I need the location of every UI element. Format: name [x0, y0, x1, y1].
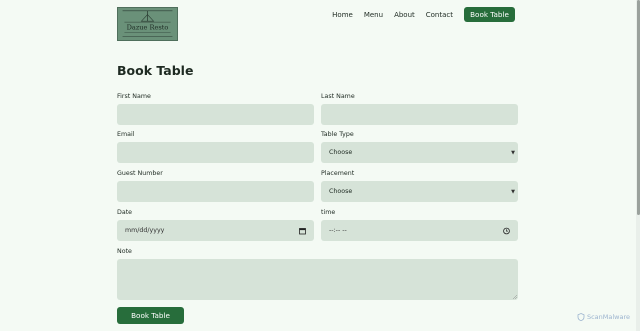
- placement-label: Placement: [321, 170, 355, 177]
- shield-icon: [577, 313, 585, 321]
- main-nav: Home Menu About Contact Book Table: [321, 7, 515, 22]
- nav-item-contact[interactable]: Contact: [426, 11, 453, 19]
- first-name-label: First Name: [117, 93, 151, 100]
- nav-item-about[interactable]: About: [394, 11, 415, 19]
- last-name-input[interactable]: [321, 104, 518, 125]
- watermark-text: ScanMalware: [586, 313, 630, 321]
- chevron-down-icon: ▼: [511, 149, 515, 156]
- first-name-input[interactable]: [117, 104, 314, 125]
- nav-item-menu[interactable]: Menu: [364, 11, 383, 19]
- placement-select[interactable]: Choose ▼: [321, 181, 518, 202]
- note-label: Note: [117, 248, 132, 255]
- table-type-select[interactable]: Choose ▼: [321, 142, 518, 163]
- clock-icon[interactable]: [503, 227, 510, 234]
- calendar-icon[interactable]: [299, 227, 306, 234]
- chevron-down-icon: ▼: [511, 188, 515, 195]
- time-placeholder: --:-- --: [329, 227, 347, 234]
- time-label: time: [321, 209, 336, 216]
- placement-selected: Choose: [329, 188, 353, 195]
- date-input[interactable]: mm/dd/yyyy: [117, 220, 314, 241]
- nav-book-table-button[interactable]: Book Table: [464, 7, 515, 22]
- date-label: Date: [117, 209, 133, 216]
- logo-image: Dazue Resto: [118, 8, 177, 40]
- table-type-label: Table Type: [321, 131, 354, 138]
- page-scrollbar[interactable]: [636, 0, 640, 331]
- email-label: Email: [117, 131, 135, 138]
- guest-number-input[interactable]: [117, 181, 314, 202]
- page-title: Book Table: [117, 63, 194, 78]
- guest-number-label: Guest Number: [117, 170, 163, 177]
- logo[interactable]: Dazue Resto: [117, 7, 178, 41]
- nav-item-home[interactable]: Home: [332, 11, 353, 19]
- submit-book-table-button[interactable]: Book Table: [117, 307, 184, 324]
- last-name-label: Last Name: [321, 93, 355, 100]
- resize-handle-icon[interactable]: [513, 295, 517, 299]
- logo-text: Dazue Resto: [127, 24, 169, 32]
- email-input[interactable]: [117, 142, 314, 163]
- note-textarea[interactable]: [117, 259, 518, 300]
- time-input[interactable]: --:-- --: [321, 220, 518, 241]
- date-placeholder: mm/dd/yyyy: [125, 227, 165, 234]
- watermark: ScanMalware: [577, 313, 630, 321]
- table-type-selected: Choose: [329, 149, 353, 156]
